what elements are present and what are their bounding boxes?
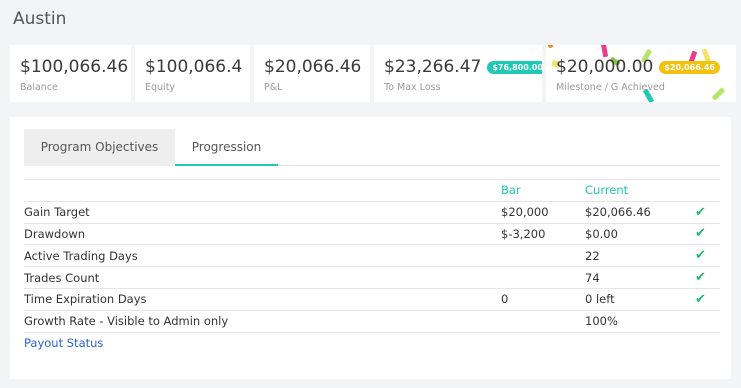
row-name: Drawdown xyxy=(24,222,501,245)
equity-value: $100,066.4 xyxy=(145,57,243,77)
max-loss-badge: $76,800.00 xyxy=(487,60,542,74)
row-current: 100% xyxy=(585,309,695,333)
stat-card-milestone: $20,000.00 $20,066.46 Milestone / G Achi… xyxy=(546,45,736,102)
progression-panel: Program Objectives Progression Bar Curre… xyxy=(10,117,731,379)
confetti-piece xyxy=(548,45,553,48)
table-row: Growth Rate - Visible to Admin only 100% xyxy=(24,309,720,333)
table-row: Time Expiration Days 0 0 left ✔ xyxy=(24,287,720,311)
max-loss-label: To Max Loss xyxy=(384,82,441,93)
check-icon: ✔ xyxy=(695,244,720,267)
row-current: $0.00 xyxy=(585,222,695,245)
table-row: Trades Count 74 ✔ xyxy=(24,266,720,289)
row-name: Growth Rate - Visible to Admin only xyxy=(24,309,501,333)
payout-status-link[interactable]: Payout Status xyxy=(24,331,720,354)
row-current: $20,066.46 xyxy=(585,200,695,224)
row-name: Active Trading Days xyxy=(24,244,501,267)
row-bar xyxy=(501,309,585,333)
row-bar: $-3,200 xyxy=(501,222,585,245)
stat-card-max-loss: $23,266.47 $76,800.00 To Max Loss xyxy=(374,45,542,102)
tab-bar: Program Objectives Progression xyxy=(24,129,720,166)
header-bar: Bar xyxy=(501,179,585,202)
milestone-value: $20,000.00 xyxy=(556,57,654,77)
stat-card-pnl: $20,066.46 P&L xyxy=(254,45,370,102)
row-current: 22 xyxy=(585,244,695,267)
max-loss-value: $23,266.47 xyxy=(384,57,482,77)
progression-table: Bar Current Gain Target $20,000 $20,066.… xyxy=(24,179,720,354)
check-icon: ✔ xyxy=(695,200,720,224)
equity-label: Equity xyxy=(145,82,176,93)
header-name xyxy=(24,179,501,202)
table-row-footer: Payout Status xyxy=(24,331,720,354)
stat-card-balance: $100,066.46 Balance xyxy=(10,45,131,102)
row-name: Trades Count xyxy=(24,266,501,289)
milestone-label: Milestone / G Achieved xyxy=(556,82,665,93)
table-header-row: Bar Current xyxy=(24,179,720,202)
row-current: 74 xyxy=(585,266,695,289)
pnl-value: $20,066.46 xyxy=(264,57,362,77)
pnl-label: P&L xyxy=(264,82,283,93)
milestone-badge: $20,066.46 xyxy=(659,60,720,74)
page-title: Austin xyxy=(13,9,67,29)
check-icon: ✔ xyxy=(695,222,720,245)
stat-card-equity: $100,066.4 Equity xyxy=(135,45,250,102)
row-name: Gain Target xyxy=(24,200,501,224)
row-name: Time Expiration Days xyxy=(24,287,501,311)
table-row: Drawdown $-3,200 $0.00 ✔ xyxy=(24,222,720,245)
row-bar: $20,000 xyxy=(501,200,585,224)
row-status xyxy=(695,309,720,333)
row-bar: 0 xyxy=(501,287,585,311)
row-bar xyxy=(501,266,585,289)
row-current: 0 left xyxy=(585,287,695,311)
header-status xyxy=(695,179,720,202)
balance-value: $100,066.46 xyxy=(20,57,129,77)
check-icon: ✔ xyxy=(695,266,720,289)
balance-label: Balance xyxy=(20,82,58,93)
table-row: Active Trading Days 22 ✔ xyxy=(24,244,720,267)
check-icon: ✔ xyxy=(695,287,720,311)
confetti-piece xyxy=(600,45,609,58)
tab-progression[interactable]: Progression xyxy=(175,129,278,166)
row-bar xyxy=(501,244,585,267)
header-current: Current xyxy=(585,179,695,202)
tab-program-objectives[interactable]: Program Objectives xyxy=(24,129,175,166)
table-row: Gain Target $20,000 $20,066.46 ✔ xyxy=(24,200,720,224)
stats-row: $100,066.46 Balance $100,066.4 Equity $2… xyxy=(10,45,736,102)
